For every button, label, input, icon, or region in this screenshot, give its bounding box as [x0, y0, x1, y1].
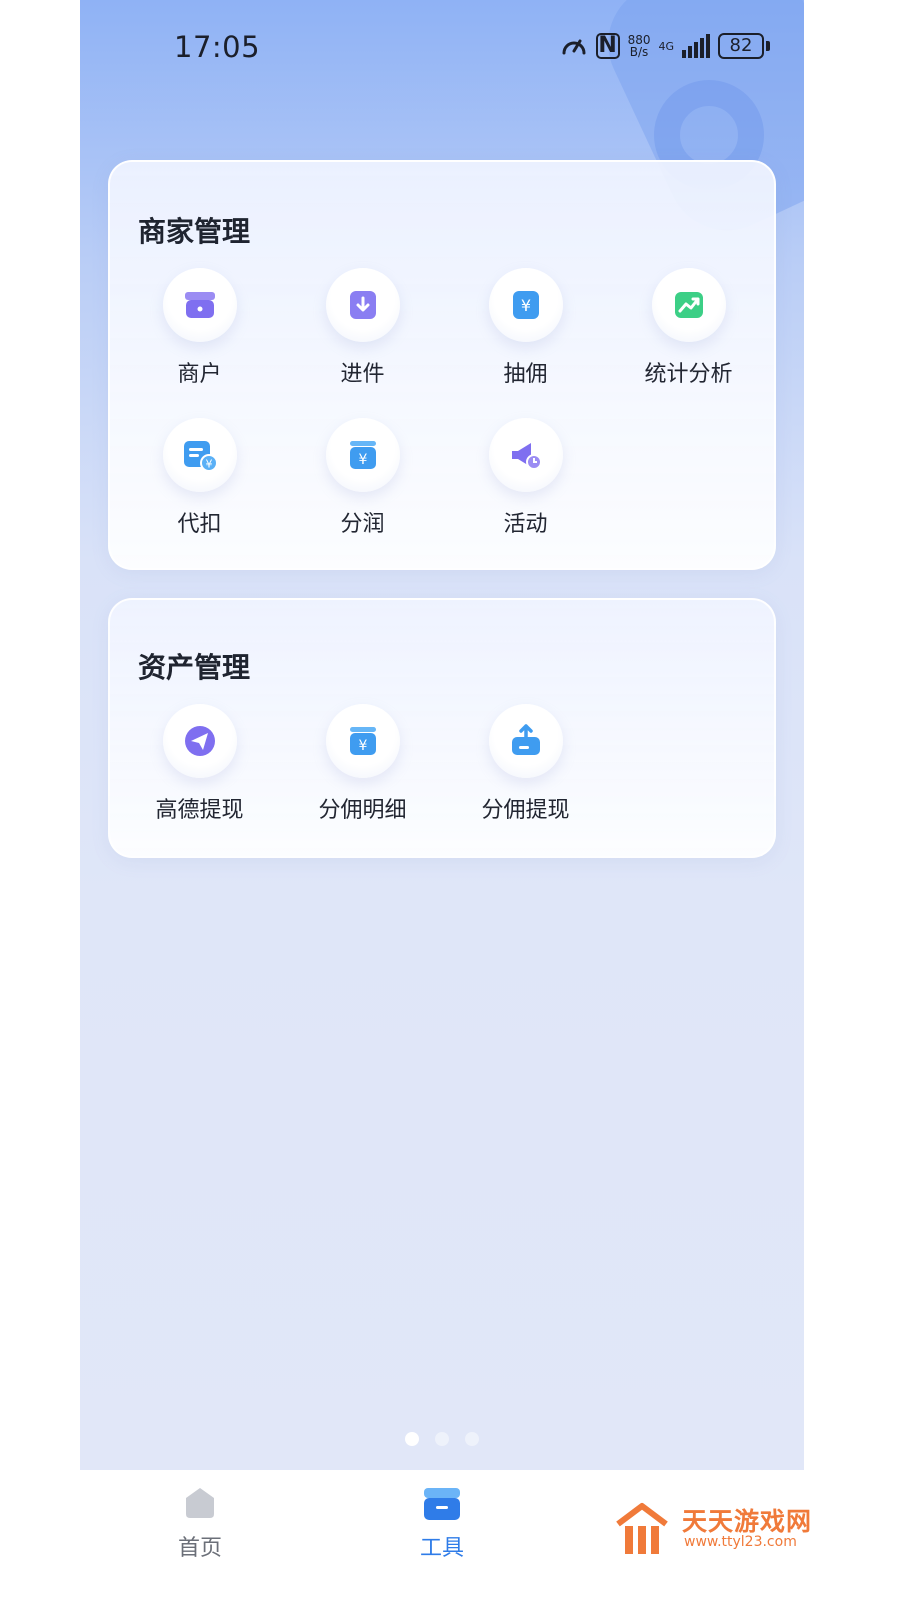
grid-item-label: 统计分析 [644, 362, 733, 387]
grid-item-onboarding[interactable]: 进件 [281, 268, 444, 388]
app-screen: 17:05 N 880 B/s 4G 82 商家管理 商户 进件 ¥ 抽佣 统计… [80, 0, 804, 1470]
watermark-logo-icon [616, 1503, 668, 1554]
page-indicator [80, 1432, 804, 1446]
grid-item-label: 分佣提现 [481, 798, 570, 823]
bill-yuan-icon: ¥ [183, 441, 218, 472]
home-icon [186, 1488, 214, 1518]
grid-item-merchant[interactable]: 商户 [118, 268, 281, 388]
tab-label: 工具 [419, 1536, 464, 1561]
network-speed-unit: B/s [629, 45, 649, 59]
grid-item-label: 商户 [177, 362, 222, 387]
grid-item-commission-withdraw[interactable]: 分佣提现 [444, 704, 607, 824]
store-icon [184, 292, 215, 318]
grid-item-statistics[interactable]: 统计分析 [607, 268, 770, 388]
watermark: 天天游戏网 www.ttyl23.com [612, 1500, 852, 1560]
tab-home[interactable]: 首页 [140, 1482, 260, 1562]
yuan-wallet-icon: ¥ [512, 291, 539, 319]
signal-icon [682, 34, 710, 58]
status-icons: N 880 B/s 4G 82 [560, 32, 770, 60]
watermark-name: 天天游戏网 [682, 1507, 813, 1536]
watermark-url: www.ttyl23.com [684, 1534, 797, 1550]
upload-box-icon [511, 724, 540, 755]
status-bar: 17:05 N 880 B/s 4G 82 [80, 0, 804, 95]
page-dot[interactable] [465, 1432, 479, 1446]
nfc-icon: N [595, 33, 620, 59]
grid-item-withholding[interactable]: ¥ 代扣 [118, 418, 281, 538]
svg-text:¥: ¥ [358, 452, 367, 468]
paper-plane-icon [184, 726, 215, 756]
network-speed: 880 B/s [628, 34, 651, 58]
grid-item-label: 活动 [503, 512, 548, 537]
toolbox-icon [424, 1488, 460, 1520]
speedometer-icon [562, 39, 586, 55]
grid-item-label: 分润 [340, 512, 385, 537]
grid-item-commission[interactable]: ¥ 抽佣 [444, 268, 607, 388]
grid-item-amap-withdraw[interactable]: 高德提现 [118, 704, 281, 824]
yuan-box-icon: ¥ [349, 441, 376, 469]
trend-chart-icon [674, 292, 703, 318]
grid-item-label: 抽佣 [503, 362, 548, 387]
grid-item-label: 分佣明细 [318, 798, 407, 823]
network-type: 4G [658, 39, 674, 53]
section-title: 资产管理 [138, 651, 251, 684]
tab-label: 首页 [177, 1536, 222, 1561]
merchant-management-card: 商家管理 商户 进件 ¥ 抽佣 统计分析 ¥ 代扣 ¥ 分润 活动 [108, 160, 776, 570]
download-box-icon [349, 291, 376, 319]
svg-text:¥: ¥ [205, 458, 212, 471]
megaphone-icon [511, 443, 542, 470]
grid-item-commission-detail[interactable]: ¥ 分佣明细 [281, 704, 444, 824]
svg-text:¥: ¥ [358, 738, 367, 754]
status-time: 17:05 [174, 30, 261, 64]
battery-level: 82 [718, 33, 764, 59]
grid-item-label: 代扣 [177, 512, 222, 537]
tab-tools[interactable]: 工具 [382, 1482, 502, 1562]
asset-management-card: 资产管理 高德提现 ¥ 分佣明细 分佣提现 [108, 598, 776, 858]
section-title: 商家管理 [138, 215, 251, 248]
page-dot[interactable] [405, 1432, 419, 1446]
grid-item-label: 高德提现 [155, 798, 244, 823]
yuan-box-icon: ¥ [349, 727, 376, 755]
grid-item-profit-share[interactable]: ¥ 分润 [281, 418, 444, 538]
grid-item-activity[interactable]: 活动 [444, 418, 607, 538]
svg-text:¥: ¥ [520, 296, 530, 315]
battery-icon: 82 [718, 33, 770, 59]
page-dot[interactable] [435, 1432, 449, 1446]
grid-item-label: 进件 [340, 362, 385, 387]
